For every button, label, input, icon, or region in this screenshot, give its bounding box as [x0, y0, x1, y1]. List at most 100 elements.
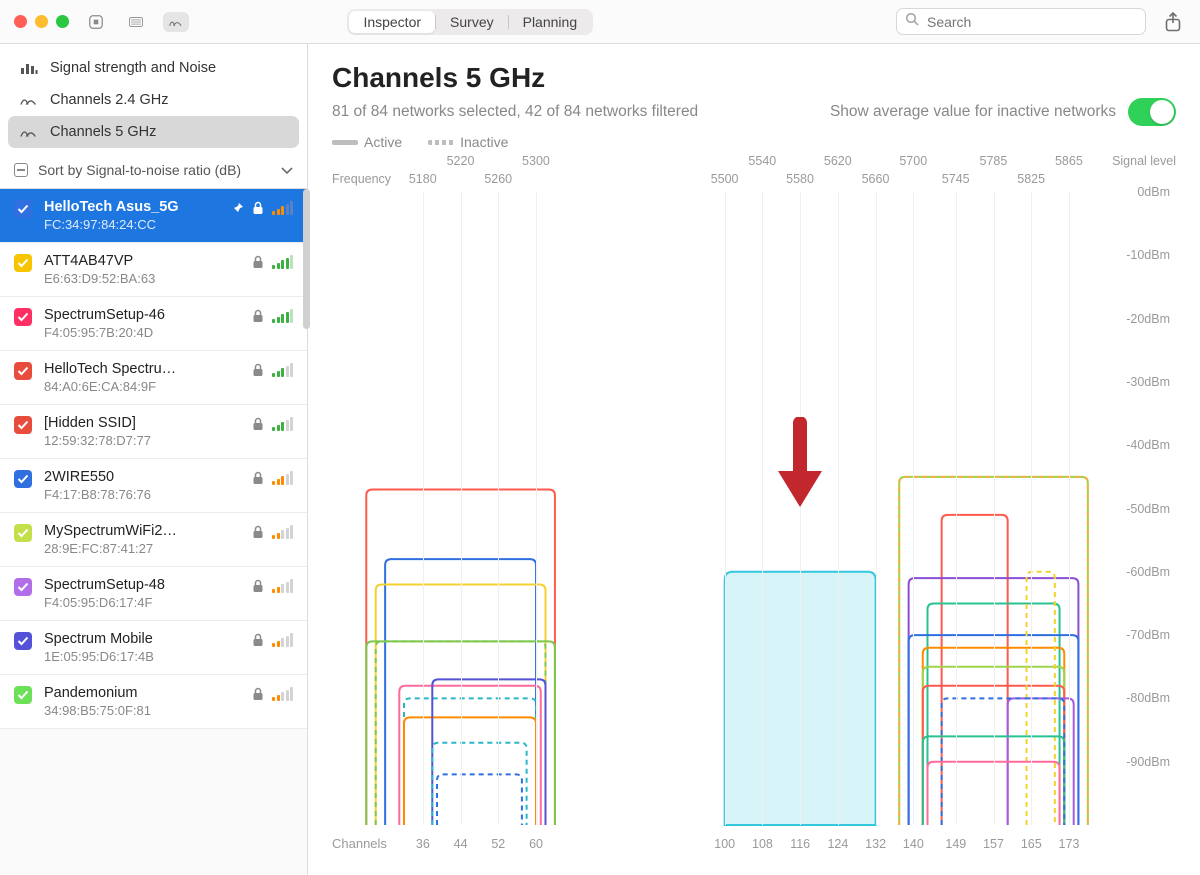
network-mac: 34:98:B5:75:0F:81	[44, 703, 293, 718]
minimize-window-button[interactable]	[35, 15, 48, 28]
network-checkbox[interactable]	[14, 686, 32, 704]
network-item[interactable]: ATT4AB47VPE6:63:D9:52:BA:63	[0, 243, 307, 297]
signal-bars-icon	[272, 579, 293, 593]
y-tick-label: -80dBm	[1126, 691, 1170, 705]
share-button[interactable]	[1160, 12, 1186, 32]
y-tick-label: -10dBm	[1126, 248, 1170, 262]
chart-curves	[404, 192, 1102, 825]
tab-survey[interactable]: Survey	[436, 11, 508, 33]
channel-tick-label: 124	[827, 837, 848, 851]
annotation-arrow-icon	[768, 417, 832, 516]
network-item[interactable]: HelloTech Spectru…84:A0:6E:CA:84:9F	[0, 351, 307, 405]
network-item[interactable]: Spectrum Mobile1E:05:95:D6:17:4B	[0, 621, 307, 675]
channel-tick-label: 173	[1059, 837, 1080, 851]
inactive-avg-toggle-label: Show average value for inactive networks	[830, 103, 1116, 121]
lock-icon	[252, 525, 264, 539]
lock-icon	[252, 255, 264, 269]
close-window-button[interactable]	[14, 15, 27, 28]
collapse-toggle-icon	[14, 163, 28, 177]
signal-bars-icon	[272, 687, 293, 701]
freq-tick-label: 5700	[899, 154, 927, 168]
network-checkbox[interactable]	[14, 524, 32, 542]
tab-planning[interactable]: Planning	[509, 11, 592, 33]
channel-tick-label: 44	[454, 837, 468, 851]
channel-chart: Channels 0dBm-10dBm-20dBm-30dBm-40dBm-50…	[332, 154, 1176, 865]
network-list[interactable]: HelloTech Asus_5GFC:34:97:84:24:CCATT4AB…	[0, 189, 307, 729]
channel-tick-label: 100	[714, 837, 735, 851]
freq-tick-label: 5620	[824, 154, 852, 168]
channel-tick-label: 157	[983, 837, 1004, 851]
channel-tick-label: 108	[752, 837, 773, 851]
lock-icon	[252, 471, 264, 485]
network-item[interactable]: Pandemonium34:98:B5:75:0F:81	[0, 675, 307, 729]
network-item[interactable]: HelloTech Asus_5GFC:34:97:84:24:CC	[0, 189, 307, 243]
signal-bars-icon	[272, 633, 293, 647]
channel-icon	[20, 94, 38, 106]
signal-bars-icon	[272, 309, 293, 323]
network-checkbox[interactable]	[14, 416, 32, 434]
search-icon	[905, 12, 919, 31]
network-item[interactable]: SpectrumSetup-48F4:05:95:D6:17:4F	[0, 567, 307, 621]
content: Signal strength and NoiseChannels 2.4 GH…	[0, 44, 1200, 875]
network-checkbox[interactable]	[14, 200, 32, 218]
pin-icon	[232, 202, 244, 214]
network-item[interactable]: [Hidden SSID]12:59:32:78:D7:77	[0, 405, 307, 459]
freq-tick-label: 5580	[786, 172, 814, 186]
lock-icon	[252, 417, 264, 431]
y-tick-label: -40dBm	[1126, 438, 1170, 452]
network-checkbox[interactable]	[14, 470, 32, 488]
search-input[interactable]	[925, 13, 1137, 31]
y-tick-label: -70dBm	[1126, 628, 1170, 642]
signal-bars-icon	[272, 255, 293, 269]
network-checkbox[interactable]	[14, 362, 32, 380]
y-tick-label: -90dBm	[1126, 755, 1170, 769]
sort-dropdown[interactable]: Sort by Signal-to-noise ratio (dB)	[0, 152, 307, 189]
category-channels-2-4-ghz[interactable]: Channels 2.4 GHz	[8, 84, 299, 116]
network-mac: F4:05:95:D6:17:4F	[44, 595, 293, 610]
channels-axis-header: Channels	[332, 836, 387, 851]
list-view-button[interactable]	[123, 12, 149, 32]
lock-icon	[252, 363, 264, 377]
legend-active-label: Active	[364, 134, 402, 150]
network-checkbox[interactable]	[14, 308, 32, 326]
network-checkbox[interactable]	[14, 632, 32, 650]
window-controls	[14, 15, 69, 28]
legend: Active Inactive	[332, 134, 1176, 150]
network-item[interactable]: MySpectrumWiFi2…28:9E:FC:87:41:27	[0, 513, 307, 567]
category-channels-5-ghz[interactable]: Channels 5 GHz	[8, 116, 299, 148]
network-mac: 84:A0:6E:CA:84:9F	[44, 379, 293, 394]
freq-tick-label: 5540	[748, 154, 776, 168]
y-tick-label: -30dBm	[1126, 375, 1170, 389]
y-tick-label: -50dBm	[1126, 502, 1170, 516]
tab-inspector[interactable]: Inspector	[349, 11, 435, 33]
stop-scan-button[interactable]	[83, 12, 109, 32]
network-mac: 12:59:32:78:D7:77	[44, 433, 293, 448]
category-signal-strength-and-noise[interactable]: Signal strength and Noise	[8, 52, 299, 84]
inactive-avg-toggle[interactable]	[1128, 98, 1176, 126]
search-field[interactable]	[896, 8, 1146, 35]
channel-tick-label: 149	[945, 837, 966, 851]
maximize-window-button[interactable]	[56, 15, 69, 28]
lock-icon	[252, 687, 264, 701]
network-mac: F4:17:B8:78:76:76	[44, 487, 293, 502]
lock-icon	[252, 201, 264, 215]
freq-tick-label: 5785	[980, 154, 1008, 168]
network-item[interactable]: 2WIRE550F4:17:B8:78:76:76	[0, 459, 307, 513]
channel-icon	[20, 126, 38, 138]
page-title: Channels 5 GHz	[332, 62, 1176, 94]
legend-swatch-active	[332, 140, 358, 145]
lock-icon	[252, 309, 264, 323]
network-mac: E6:63:D9:52:BA:63	[44, 271, 293, 286]
network-checkbox[interactable]	[14, 578, 32, 596]
titlebar: InspectorSurveyPlanning	[0, 0, 1200, 44]
channel-tick-label: 116	[790, 837, 810, 851]
scrollbar[interactable]	[303, 189, 310, 329]
channel-tick-label: 165	[1021, 837, 1042, 851]
lock-icon	[252, 633, 264, 647]
network-checkbox[interactable]	[14, 254, 32, 272]
network-item[interactable]: SpectrumSetup-46F4:05:95:7B:20:4D	[0, 297, 307, 351]
freq-tick-label: 5745	[942, 172, 970, 186]
freq-tick-label: 5660	[862, 172, 890, 186]
y-tick-label: 0dBm	[1137, 185, 1170, 199]
channel-view-button[interactable]	[163, 12, 189, 32]
